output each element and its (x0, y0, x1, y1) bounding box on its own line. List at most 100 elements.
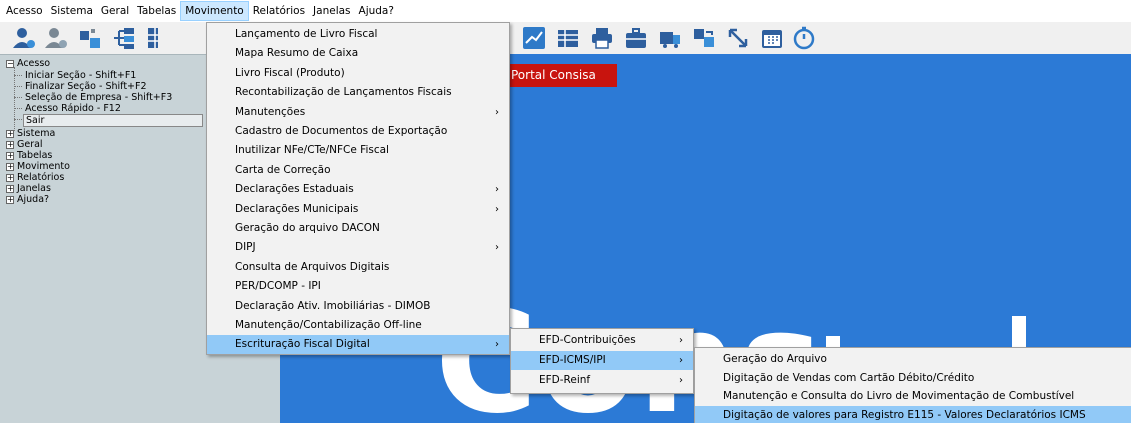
menu-item-lancamento-de-livro-fiscal[interactable]: Lançamento de Livro Fiscal (207, 25, 509, 44)
submenu-arrow-icon: › (679, 355, 683, 366)
menu-item-declaracoes-municipais[interactable]: Declarações Municipais › (207, 200, 509, 219)
menu-item-per-dcomp-ipi[interactable]: PER/DCOMP - IPI (207, 277, 509, 296)
menubar: Acesso Sistema Geral Tabelas Movimento R… (0, 0, 1131, 22)
transfer-icon[interactable] (692, 26, 716, 50)
menu-item-recontabilizacao-de-lancamentos-fiscais[interactable]: Recontabilização de Lançamentos Fiscais (207, 83, 509, 102)
menu-item-label: EFD-Reinf (539, 374, 591, 386)
menu-item-manutencao-e-consulta-do-livro-de-movimentacao-de-combustivel[interactable]: Manutenção e Consulta do Livro de Movime… (695, 387, 1131, 406)
submenu-arrow-icon: › (495, 339, 499, 351)
network-icon[interactable] (112, 26, 136, 50)
portal-consisa-tab[interactable]: Portal Consisa (507, 64, 617, 87)
menu-item-escrituracao-fiscal-digital[interactable]: Escrituração Fiscal Digital › (207, 335, 509, 355)
menu-item-label: EFD-Contribuições (539, 334, 636, 346)
briefcase-icon[interactable] (624, 26, 648, 50)
menu-geral[interactable]: Geral (97, 1, 133, 21)
menu-item-manutencao-contabilizacao-off-line[interactable]: Manutenção/Contabilização Off-line (207, 316, 509, 335)
expand-icon[interactable]: + (6, 196, 14, 204)
company-icon[interactable] (78, 26, 102, 50)
menu-item-declaracao-ativ-imobiliarias-dimob[interactable]: Declaração Ativ. Imobiliárias - DIMOB (207, 297, 509, 316)
printer-icon[interactable] (590, 26, 614, 50)
delivery-icon[interactable] (658, 26, 682, 50)
efd-icms-ipi-submenu: Geração do Arquivo Digitação de Vendas co… (694, 347, 1131, 423)
menu-item-mapa-resumo-de-caixa[interactable]: Mapa Resumo de Caixa (207, 44, 509, 63)
expand-icon[interactable]: + (6, 141, 14, 149)
expand-icon[interactable]: + (6, 185, 14, 193)
submenu-arrow-icon: › (679, 335, 683, 346)
chart-icon[interactable] (522, 26, 546, 50)
menu-acesso[interactable]: Acesso (2, 1, 47, 21)
user-logout-icon[interactable] (44, 26, 68, 50)
resize-icon[interactable] (726, 26, 750, 50)
menu-item-geracao-do-arquivo[interactable]: Geração do Arquivo (695, 350, 1131, 369)
menu-item-label: Livro Fiscal (Produto) (235, 66, 345, 79)
menu-item-efd-contribuicoes[interactable]: EFD-Contribuições › (511, 331, 693, 350)
expand-icon[interactable]: + (6, 174, 14, 182)
grid-icon[interactable] (146, 26, 158, 50)
menu-tabelas[interactable]: Tabelas (133, 1, 180, 21)
menu-item-label: PER/DCOMP - IPI (235, 280, 321, 293)
movimento-dropdown-menu: Lançamento de Livro Fiscal Mapa Resumo de… (206, 22, 510, 355)
efd-submenu: EFD-Contribuições › EFD-ICMS/IPI › EFD-Reinf… (510, 328, 694, 394)
tree-node-tabelas[interactable]: + Tabelas (6, 150, 52, 161)
menu-item-digitacao-de-vendas-com-cartao-debito-credito[interactable]: Digitação de Vendas com Cartão Débito/Cr… (695, 369, 1131, 388)
spreadsheet-icon[interactable] (556, 26, 580, 50)
tree-item-iniciar-secao[interactable]: Iniciar Seção - Shift+F1 (25, 70, 136, 81)
menu-janelas[interactable]: Janelas (309, 1, 354, 21)
menu-item-label: Recontabilização de Lançamentos Fiscais (235, 86, 452, 99)
submenu-arrow-icon: › (495, 184, 499, 196)
tree-node-acesso[interactable]: − Acesso (6, 58, 50, 69)
tree-node-geral[interactable]: + Geral (6, 139, 43, 150)
menu-item-label: Manutenções (235, 105, 306, 118)
tree-selected-label: Sair (23, 114, 203, 127)
menu-item-label: Declarações Municipais (235, 202, 359, 215)
menu-item-declaracoes-estaduais[interactable]: Declarações Estaduais › (207, 180, 509, 199)
collapse-icon[interactable]: − (6, 60, 14, 68)
tree-node-ajuda[interactable]: + Ajuda? (6, 194, 49, 205)
tree-label: Movimento (17, 161, 70, 172)
menu-item-consulta-de-arquivos-digitais[interactable]: Consulta de Arquivos Digitais (207, 258, 509, 277)
menu-sistema[interactable]: Sistema (47, 1, 97, 21)
submenu-arrow-icon: › (679, 375, 683, 386)
menu-item-label: Declaração Ativ. Imobiliárias - DIMOB (235, 299, 431, 312)
menu-item-label: Mapa Resumo de Caixa (235, 47, 359, 60)
menu-relatorios[interactable]: Relatórios (249, 1, 309, 21)
menu-ajuda[interactable]: Ajuda? (355, 1, 398, 21)
menu-item-geracao-do-arquivo-dacon[interactable]: Geração do arquivo DACON (207, 219, 509, 238)
menu-movimento[interactable]: Movimento (180, 1, 249, 21)
tree-label: Relatórios (17, 172, 65, 183)
tree-label: Acesso (17, 58, 51, 69)
menu-item-label: Lançamento de Livro Fiscal (235, 28, 378, 40)
expand-icon[interactable]: + (6, 130, 14, 138)
menu-item-label: Consulta de Arquivos Digitais (235, 260, 390, 273)
menu-item-efd-icms-ipi[interactable]: EFD-ICMS/IPI › (511, 351, 693, 370)
menu-item-carta-de-correcao[interactable]: Carta de Correção (207, 161, 509, 180)
tree-node-janelas[interactable]: + Janelas (6, 183, 51, 194)
tree-label: Sistema (17, 128, 56, 139)
calendar-icon[interactable] (760, 26, 784, 50)
menu-item-livro-fiscal-produto[interactable]: Livro Fiscal (Produto) (207, 64, 509, 83)
menu-item-dipj[interactable]: DIPJ › (207, 238, 509, 257)
menu-item-manutencoes[interactable]: Manutenções › (207, 103, 509, 122)
tree-label: Ajuda? (17, 194, 50, 205)
submenu-arrow-icon: › (495, 242, 499, 254)
menu-item-label: Carta de Correção (235, 163, 331, 176)
tree-node-movimento[interactable]: + Movimento (6, 161, 70, 172)
menu-item-digitacao-de-valores-para-registro-e115-valores-declaratorios-icms[interactable]: Digitação de valores para Registro E115 … (695, 405, 1131, 423)
tree-item-acesso-rapido[interactable]: Acesso Rápido - F12 (25, 103, 121, 114)
menu-item-inutilizar-nfe-cte-nfce-fiscal[interactable]: Inutilizar NFe/CTe/NFCe Fiscal (207, 141, 509, 160)
timer-icon[interactable] (792, 26, 816, 50)
menu-item-label: Escrituração Fiscal Digital (235, 338, 370, 351)
tree-node-sistema[interactable]: + Sistema (6, 128, 55, 139)
expand-icon[interactable]: + (6, 152, 14, 160)
menu-item-cadastro-de-documentos-de-exportacao[interactable]: Cadastro de Documentos de Exportação (207, 122, 509, 141)
menu-item-label: Declarações Estaduais (235, 183, 354, 196)
user-login-icon[interactable] (12, 26, 36, 50)
expand-icon[interactable]: + (6, 163, 14, 171)
tree-label: Janelas (17, 183, 51, 194)
tree-item-selecao-empresa[interactable]: Seleção de Empresa - Shift+F3 (25, 92, 172, 103)
tree-item-sair[interactable]: Sair (23, 114, 203, 127)
menu-item-label: Cadastro de Documentos de Exportação (235, 125, 448, 137)
tree-node-relatorios[interactable]: + Relatórios (6, 172, 64, 183)
menu-item-efd-reinf[interactable]: EFD-Reinf › (511, 371, 693, 390)
tree-item-finalizar-secao[interactable]: Finalizar Seção - Shift+F2 (25, 81, 147, 92)
